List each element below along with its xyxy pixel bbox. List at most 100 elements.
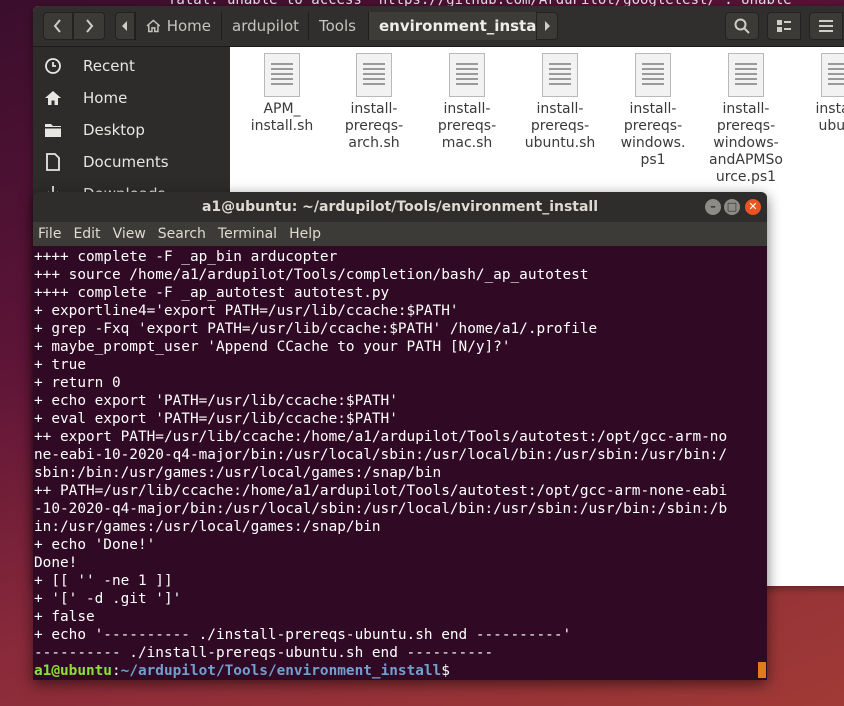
terminal-line: + grep -Fxq 'export PATH=/usr/lib/ccache… [34,321,598,337]
terminal-line: + '[' -d .git ']' [34,591,182,607]
terminal-window: a1@ubuntu: ~/ardupilot/Tools/environment… [33,192,767,680]
terminal-line: + echo 'Done!' [34,537,156,553]
terminal-line: ++++ complete -F _ap_autotest autotest.p… [34,285,390,301]
sidebar-item-documents[interactable]: Documents [33,146,230,178]
triangle-left-icon [122,21,127,31]
menu-view[interactable]: View [108,226,153,242]
chevron-left-icon [53,19,61,33]
breadcrumb-scroll-left[interactable] [115,12,135,40]
terminal-line: ++ PATH=/usr/lib/ccache:/home/a1/ardupil… [34,483,728,499]
menu-terminal[interactable]: Terminal [213,226,284,242]
minimize-button[interactable]: – [705,199,721,215]
window-title: a1@ubuntu: ~/ardupilot/Tools/environment… [201,199,599,215]
file-name: install- prereqs- windows- andAPMSo urce… [709,101,783,185]
terminal-line: -10-2020-q4-major/bin:/usr/local/sbin:/u… [34,501,728,517]
file-item-install-prereqs-ubuntu[interactable]: install- prereqs- ubuntu.sh [514,53,606,152]
terminal-line: + false [34,609,95,625]
file-item-install-prereqs-arch[interactable]: install- prereqs- arch.sh [328,53,420,152]
breadcrumb-label: ardupilot [232,17,300,35]
terminal-line: + return 0 [34,375,121,391]
home-icon [146,19,161,33]
terminal-line: in:/usr/games:/usr/local/games:/snap/bin [34,519,381,535]
breadcrumb-label: environment_install [379,17,547,35]
file-item-install-prereqs-windows[interactable]: install- prereqs- windows. ps1 [607,53,699,169]
minimize-icon: – [710,200,716,213]
sidebar-item-desktop[interactable]: Desktop [33,114,230,146]
file-name: APM_ install.sh [250,101,314,134]
terminal-line: ++ export PATH=/usr/lib/ccache:/home/a1/… [34,429,728,445]
terminal-output[interactable]: ++++ complete -F _ap_bin arducopter +++ … [34,248,767,680]
text-cursor [758,662,766,678]
sidebar-item-label: Desktop [83,121,145,139]
breadcrumb-home[interactable]: Home [135,12,221,40]
terminal-line: + echo '---------- ./install-prereqs-ubu… [34,627,572,643]
menu-help[interactable]: Help [284,226,328,242]
terminal-prompt[interactable]: a1@ubuntu:~/ardupilot/Tools/environment_… [34,662,767,680]
terminal-line: + [[ '' -ne 1 ]] [34,573,173,589]
sidebar-item-label: Home [83,89,128,107]
sidebar-item-label: Documents [83,153,169,171]
folder-icon [43,120,63,140]
sidebar-item-recent[interactable]: Recent [33,50,230,82]
breadcrumb-environment-install[interactable]: environment_install [368,12,547,40]
home-icon [43,88,63,108]
breadcrumb-tools[interactable]: Tools [308,12,368,40]
menu-file[interactable]: File [33,226,68,242]
terminal-line: +++ source /home/a1/ardupilot/Tools/comp… [34,267,589,283]
script-file-icon [821,53,844,97]
file-item-apm-install[interactable]: APM_ install.sh [236,53,328,135]
terminal-titlebar[interactable]: a1@ubuntu: ~/ardupilot/Tools/environment… [33,192,767,222]
sidebar-item-label: Recent [83,57,135,75]
clock-icon [43,56,63,76]
terminal-line: + echo export 'PATH=/usr/lib/ccache:$PAT… [34,393,398,409]
file-name: install- prereqs- ubuntu.sh [524,101,596,151]
prompt-user: a1@ubuntu [34,663,112,679]
terminal-line: sbin:/bin:/usr/games:/usr/local/games:/s… [34,465,442,481]
forward-button[interactable] [73,12,105,40]
menu-button[interactable] [809,12,843,40]
terminal-line: ++++ complete -F _ap_bin arducopter [34,249,338,265]
breadcrumb-scroll-right[interactable] [536,12,558,40]
file-name: install- prereqs- windows. ps1 [620,101,686,168]
script-file-icon [264,53,300,97]
file-item-install-prereqs-windows-apm-source[interactable]: install- prereqs- windows- andAPMSo urce… [700,53,792,186]
breadcrumb-ardupilot[interactable]: ardupilot [221,12,308,40]
breadcrumb-label: Tools [319,17,356,35]
text-file-icon [635,53,671,97]
chevron-right-icon [86,19,94,33]
view-toggle-button[interactable] [767,12,801,40]
menu-edit[interactable]: Edit [68,226,107,242]
close-button[interactable]: ✕ [745,199,761,215]
file-item-install-ubuntu[interactable]: install- ubunt [793,53,844,135]
maximize-button[interactable]: □ [724,199,740,215]
terminal-line: + eval export 'PATH=/usr/lib/ccache:$PAT… [34,411,398,427]
script-file-icon [542,53,578,97]
file-name: install- ubunt [815,101,844,134]
triangle-right-icon [545,21,550,31]
maximize-icon: □ [726,200,738,213]
terminal-line: + maybe_prompt_user 'Append CCache to yo… [34,339,511,355]
menu-search[interactable]: Search [153,226,213,242]
list-view-icon [777,20,791,32]
terminal-line: + true [34,357,86,373]
prompt-symbol: $ [441,663,450,679]
search-icon [734,18,750,34]
search-button[interactable] [725,12,759,40]
close-icon: ✕ [748,200,758,213]
breadcrumb-label: Home [166,17,211,35]
file-item-install-prereqs-mac[interactable]: install- prereqs- mac.sh [421,53,513,152]
terminal-line: ne-eabi-10-2020-q4-major/bin:/usr/local/… [34,447,728,463]
prompt-path: ~/ardupilot/Tools/environment_install [120,663,442,679]
file-manager-header: Home ardupilot Tools environment_install [33,6,844,47]
sidebar-item-home[interactable]: Home [33,82,230,114]
file-name: install- prereqs- arch.sh [344,101,404,151]
terminal-line: + exportline4='export PATH=/usr/lib/ccac… [34,303,459,319]
script-file-icon [356,53,392,97]
script-file-icon [449,53,485,97]
prompt-separator: : [111,663,121,679]
text-file-icon [728,53,764,97]
hamburger-icon [819,20,833,32]
terminal-menubar: File Edit View Search Terminal Help [33,222,767,246]
back-button[interactable] [43,12,73,40]
file-name: install- prereqs- mac.sh [437,101,497,151]
